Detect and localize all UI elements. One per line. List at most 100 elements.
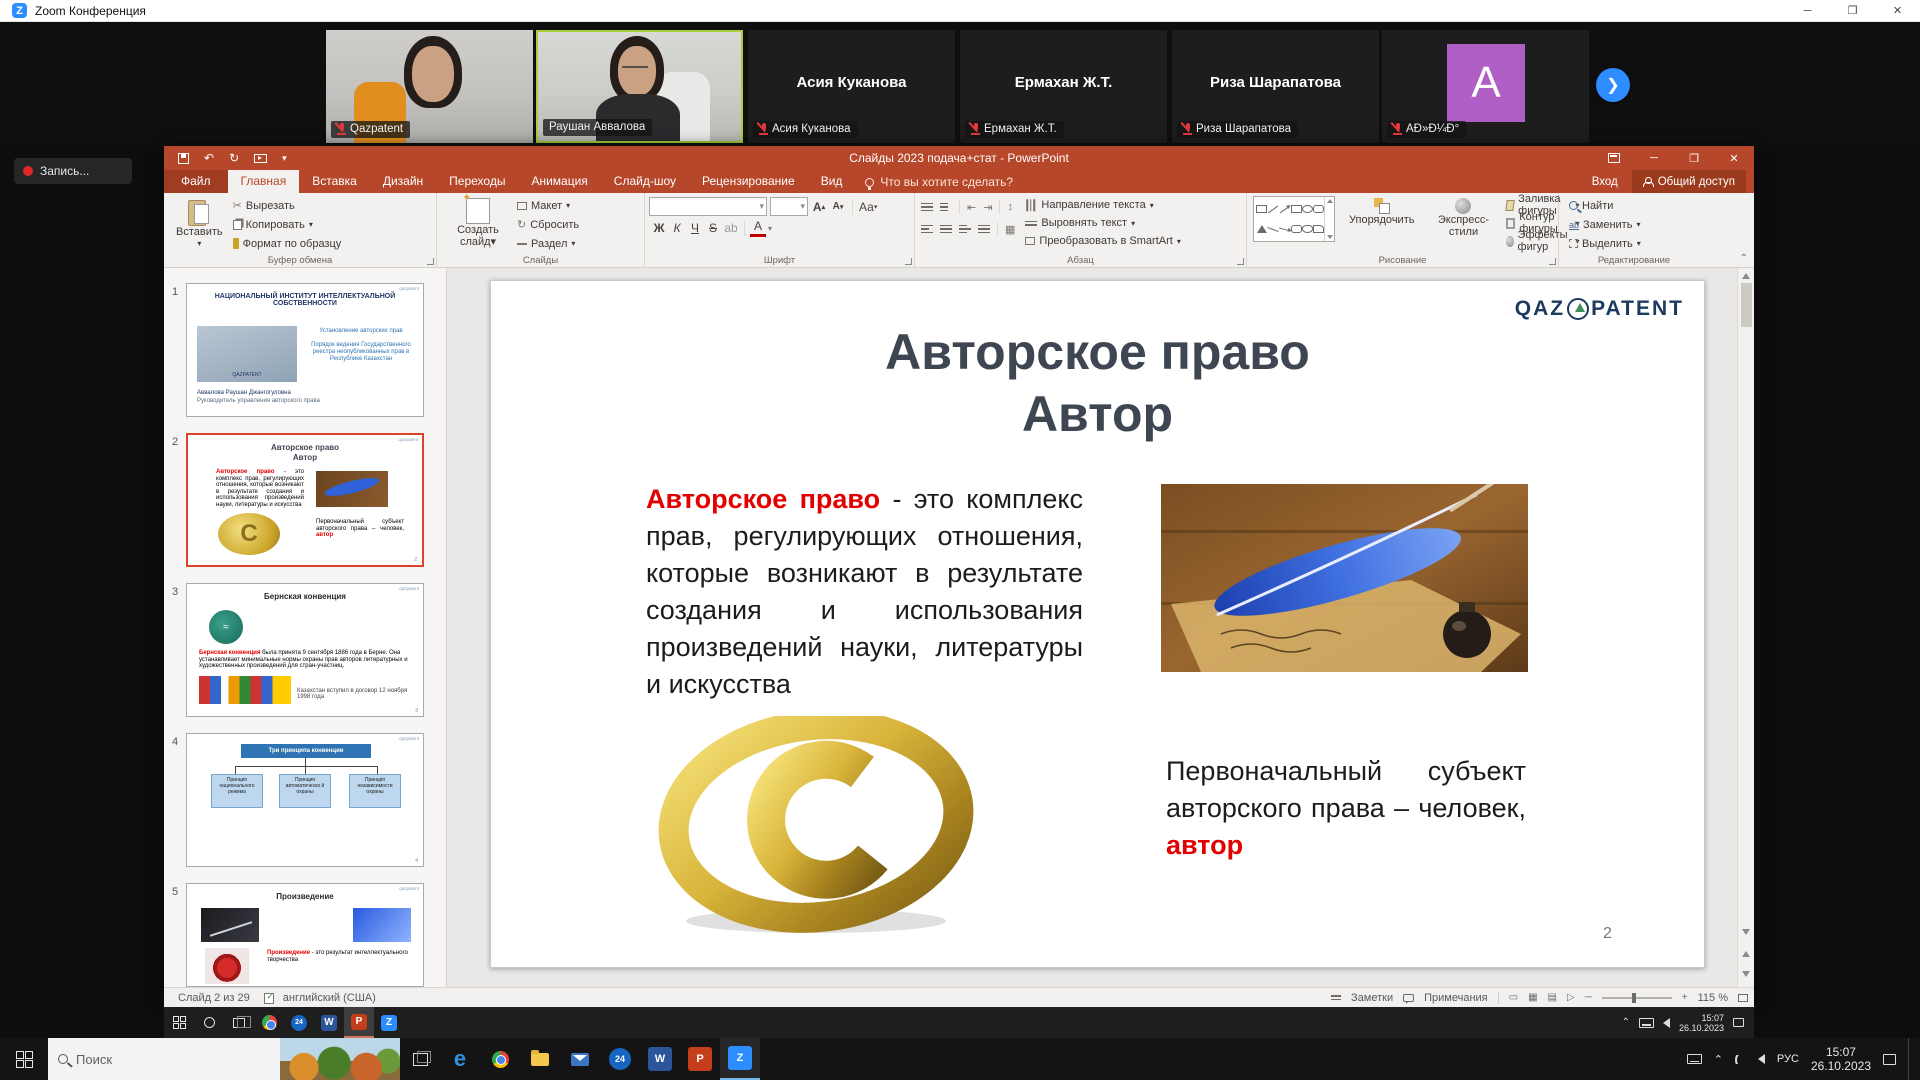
remote-volume-icon[interactable] — [1663, 1018, 1670, 1028]
grow-font-button[interactable]: А▴ — [811, 198, 827, 216]
select-button[interactable]: Выделить▾ — [1569, 234, 1709, 253]
participant-tile-qazpatent[interactable]: Qazpatent — [326, 30, 533, 143]
previous-slide-button[interactable] — [1742, 951, 1750, 957]
quick-styles-button[interactable]: Экспресс-стили — [1428, 196, 1498, 240]
zoom-icon-active[interactable]: Z — [720, 1038, 760, 1080]
reset-button[interactable]: ↻ Сбросить — [517, 215, 579, 234]
remote-chrome-icon[interactable] — [254, 1007, 284, 1038]
tab-view[interactable]: Вид — [808, 170, 856, 193]
numbering-icon[interactable] — [940, 201, 952, 214]
arrange-button[interactable]: Упорядочить — [1343, 196, 1420, 228]
notes-button[interactable]: Заметки — [1351, 992, 1393, 1004]
slide-thumbnail-1[interactable]: qazpatent НАЦИОНАЛЬНЫЙ ИНСТИТУТ ИНТЕЛЛЕК… — [186, 283, 424, 417]
start-button[interactable] — [0, 1038, 48, 1080]
paragraph-dialog-launcher[interactable] — [1237, 258, 1244, 265]
font-name-combo[interactable]: ▾ — [649, 197, 767, 216]
new-slide-button[interactable]: Создать слайд▾ — [445, 196, 511, 253]
tab-file[interactable]: Файл — [164, 170, 228, 193]
share-button[interactable]: Общий доступ — [1632, 170, 1746, 193]
paste-button[interactable]: Вставить ▾ — [170, 196, 229, 253]
strikethrough-button[interactable]: S — [705, 219, 721, 237]
normal-view-button[interactable]: ▭ — [1509, 992, 1518, 1003]
scrollbar-thumb[interactable] — [1741, 283, 1752, 327]
zoom-minimize-button[interactable]: ─ — [1785, 0, 1830, 22]
remote-powerpoint-icon-active[interactable]: P — [344, 1007, 374, 1038]
recording-indicator[interactable]: Запись... — [14, 158, 132, 184]
zoom-restore-button[interactable]: ❐ — [1830, 0, 1875, 22]
slide-thumbnail-2-selected[interactable]: qazpatent Авторское право Автор Авторско… — [186, 433, 424, 567]
sign-in-button[interactable]: Вход — [1592, 176, 1618, 188]
language-indicator[interactable]: английский (США) — [283, 992, 376, 1004]
columns-icon[interactable]: ▦ — [1005, 223, 1015, 236]
line-spacing-icon[interactable]: ↕ — [1007, 201, 1013, 213]
layout-button[interactable]: Макет ▾ — [517, 196, 579, 215]
remote-word-icon[interactable]: W — [314, 1007, 344, 1038]
shapes-gallery[interactable] — [1253, 196, 1335, 242]
remote-search-icon[interactable] — [194, 1007, 224, 1038]
zoom-slider[interactable] — [1602, 997, 1672, 999]
section-button[interactable]: Раздел ▾ — [517, 234, 579, 253]
ppt-minimize-button[interactable]: ─ — [1634, 146, 1674, 170]
align-text-button[interactable]: Выровнять текст▾ — [1025, 214, 1180, 232]
touch-keyboard-icon[interactable] — [1687, 1054, 1702, 1064]
slideshow-view-button[interactable]: ▷ — [1567, 992, 1575, 1003]
remote-task-view-icon[interactable] — [224, 1007, 254, 1038]
clipboard-dialog-launcher[interactable] — [427, 258, 434, 265]
spellcheck-icon[interactable] — [264, 992, 275, 1003]
remote-start-button[interactable] — [164, 1007, 194, 1038]
mail-icon[interactable] — [560, 1038, 600, 1080]
slide-thumbnail-3[interactable]: qazpatent Бернская конвенция ≈ Бернская … — [186, 583, 424, 717]
network-icon[interactable] — [1735, 1055, 1746, 1064]
zoom-percentage[interactable]: 115 % — [1698, 992, 1728, 1004]
find-button[interactable]: Найти — [1569, 196, 1709, 215]
format-painter-button[interactable]: Формат по образцу — [233, 234, 342, 253]
zoom-out-button[interactable]: ─ — [1585, 992, 1592, 1003]
ribbon-display-options-button[interactable] — [1594, 146, 1634, 170]
volume-icon[interactable] — [1758, 1054, 1765, 1064]
task-view-button[interactable] — [400, 1038, 440, 1080]
participant-tile-raushan[interactable]: Раушан Аввалова — [536, 30, 743, 143]
scroll-down-arrow[interactable] — [1742, 929, 1750, 935]
decrease-indent-icon[interactable]: ⇤ — [967, 201, 976, 214]
increase-indent-icon[interactable]: ⇥ — [983, 201, 992, 214]
ppt-restore-button[interactable]: ❐ — [1674, 146, 1714, 170]
participant-tile-ermakhan[interactable]: Ермахан Ж.Т. Ермахан Ж.Т. — [960, 30, 1167, 143]
next-participants-button[interactable]: ❯ — [1596, 68, 1630, 102]
remote-clock[interactable]: 15:07 26.10.2023 — [1679, 1013, 1724, 1033]
font-size-combo[interactable]: ▾ — [770, 197, 808, 216]
drawing-dialog-launcher[interactable] — [1549, 258, 1556, 265]
tab-slideshow[interactable]: Слайд-шоу — [601, 170, 689, 193]
participant-tile-asiya[interactable]: Асия Куканова Асия Куканова — [748, 30, 955, 143]
current-slide-canvas[interactable]: QAZ PATENT Авторское право Автор Авторск… — [490, 280, 1705, 968]
slide-thumbnail-5[interactable]: qazpatent Произведение Произведение - эт… — [186, 883, 424, 987]
change-case-button[interactable]: Аа▾ — [859, 198, 877, 216]
tray-clock[interactable]: 15:07 26.10.2023 — [1811, 1045, 1871, 1073]
language-switcher[interactable]: РУС — [1777, 1053, 1799, 1065]
remote-keyboard-icon[interactable] — [1639, 1018, 1654, 1028]
zoom-slider-knob[interactable] — [1632, 993, 1636, 1003]
slide-sorter-view-button[interactable]: ▦ — [1528, 992, 1537, 1003]
remote-notification-icon[interactable] — [1733, 1018, 1744, 1027]
tab-transitions[interactable]: Переходы — [436, 170, 518, 193]
collapse-ribbon-button[interactable]: ⌃ — [1740, 253, 1748, 264]
next-slide-button[interactable] — [1742, 971, 1750, 977]
bold-button[interactable]: Ж — [651, 219, 667, 237]
tab-home[interactable]: Главная — [228, 170, 300, 193]
remote-tray-chevron-icon[interactable]: ⌃ — [1622, 1017, 1630, 1028]
taskbar-search-box[interactable]: Поиск — [48, 1038, 280, 1080]
zoom-close-button[interactable]: ✕ — [1875, 0, 1920, 22]
reading-view-button[interactable]: ▤ — [1548, 992, 1557, 1003]
replace-button[interactable]: ab Заменить▾ — [1569, 215, 1709, 234]
ppt-close-button[interactable]: ✕ — [1714, 146, 1754, 170]
cut-button[interactable]: ✂ Вырезать — [233, 196, 342, 215]
comments-button[interactable]: Примечания — [1424, 992, 1488, 1004]
slide-thumbnail-panel[interactable]: 1 qazpatent НАЦИОНАЛЬНЫЙ ИНСТИТУТ ИНТЕЛЛ… — [164, 268, 447, 987]
tell-me-box[interactable]: Что вы хотите сделать? — [865, 175, 1013, 193]
action-center-icon[interactable] — [1883, 1054, 1896, 1065]
participant-tile-alma[interactable]: A AÐ»Ð¼Ð° — [1382, 30, 1589, 143]
news-interests-widget[interactable] — [280, 1038, 400, 1080]
text-shadow-button[interactable]: ab — [723, 219, 739, 237]
remote-zoom-icon[interactable]: Z — [374, 1007, 404, 1038]
chrome-icon[interactable] — [480, 1038, 520, 1080]
slide-editing-area[interactable]: QAZ PATENT Авторское право Автор Авторск… — [447, 268, 1737, 987]
